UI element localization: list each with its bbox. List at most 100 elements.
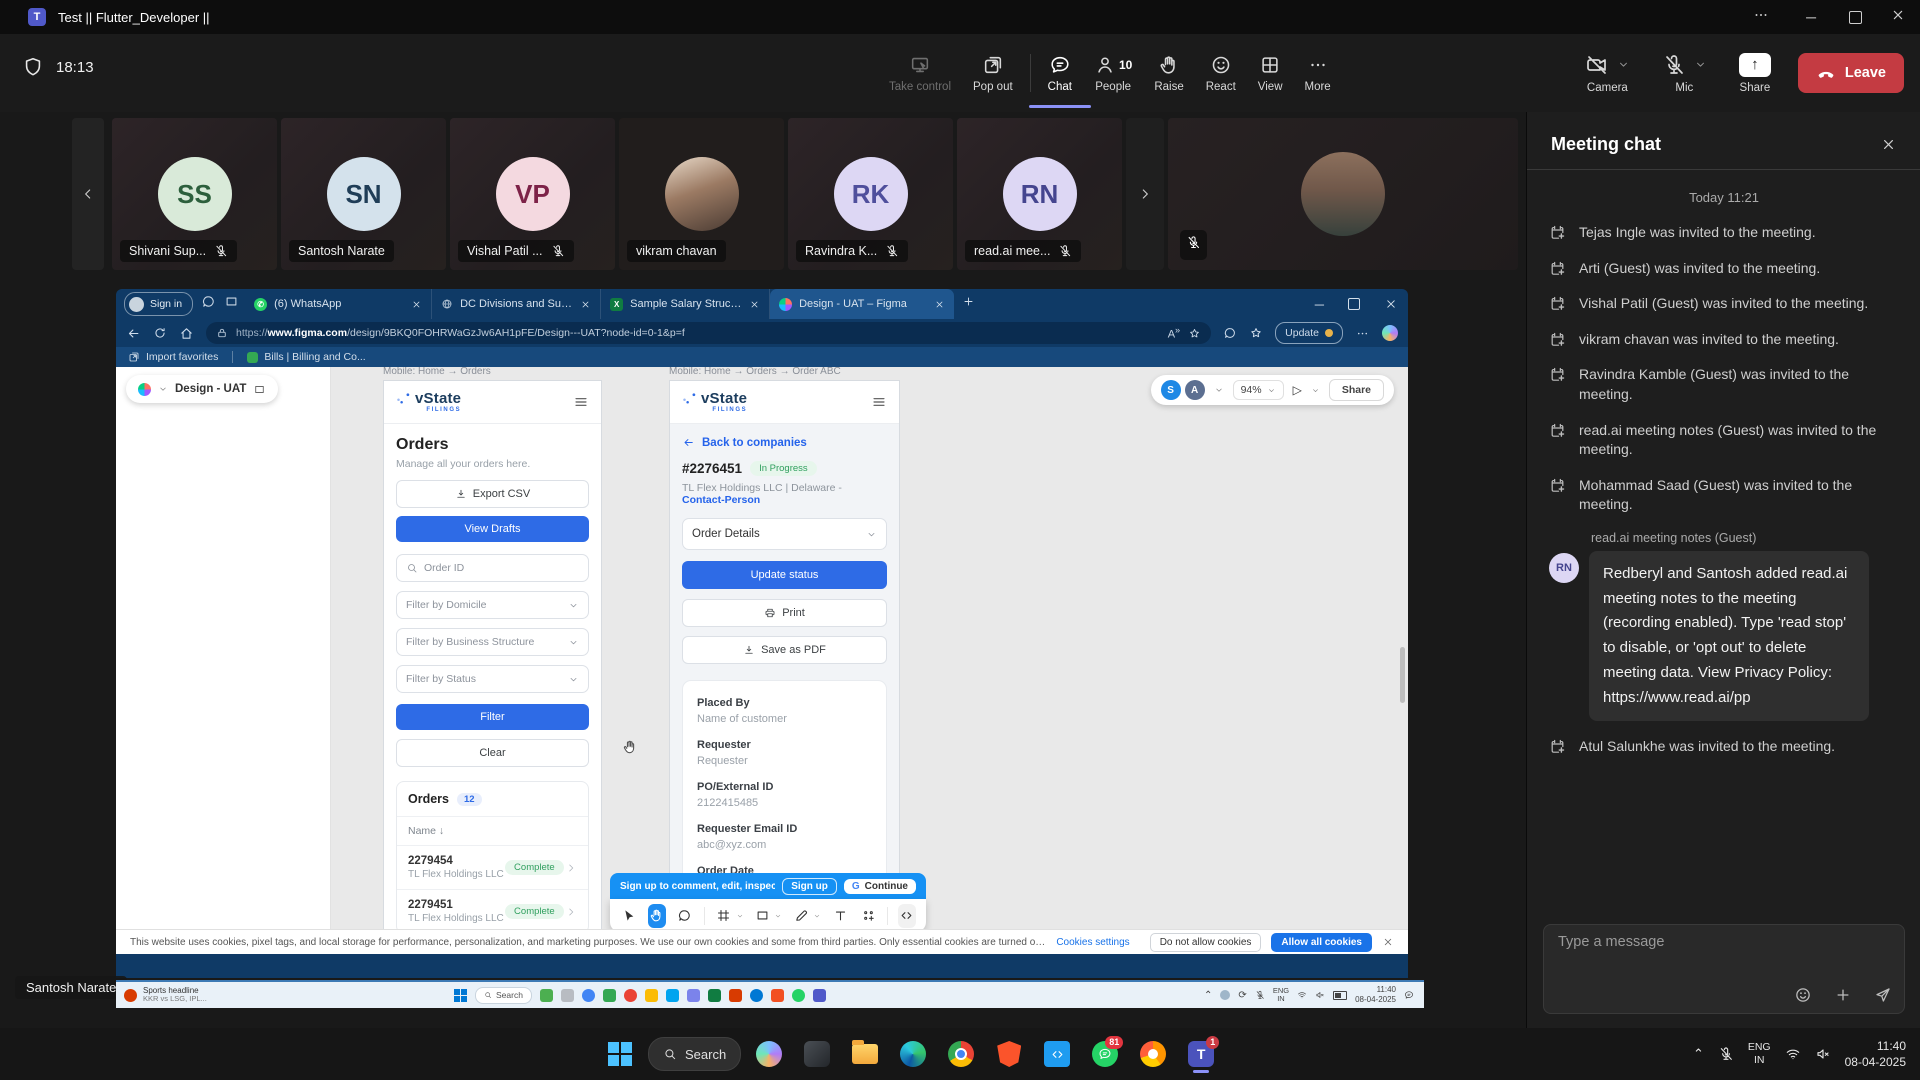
taskbar-search-box[interactable]: Search (648, 1037, 741, 1071)
participant-tile[interactable]: vikram chavan (619, 118, 784, 270)
allow-cookies-button[interactable]: Allow all cookies (1271, 933, 1372, 952)
teams-icon[interactable]: T 1 (1181, 1034, 1221, 1074)
shared-language-indicator[interactable]: ENGIN (1273, 987, 1289, 1004)
cookie-close-icon[interactable] (1382, 936, 1394, 948)
leave-button[interactable]: Leave (1798, 53, 1904, 93)
frame-label[interactable]: Mobile: Home → Orders → Order ABC (669, 367, 841, 377)
view-button[interactable]: View (1247, 38, 1294, 108)
tray-chevron-icon[interactable]: ⌃ (1693, 1046, 1704, 1062)
shared-clock[interactable]: 11:4008-04-2025 (1355, 985, 1396, 1004)
filter-business-structure-select[interactable]: Filter by Business Structure (396, 628, 589, 656)
shared-search-box[interactable]: Search (475, 987, 532, 1004)
filter-status-select[interactable]: Filter by Status (396, 665, 589, 693)
figma-sign-up-button[interactable]: Sign up (782, 878, 837, 895)
wifi-icon[interactable] (1785, 1046, 1801, 1062)
participant-tile[interactable]: SN Santosh Narate (281, 118, 446, 270)
copilot-icon[interactable] (1382, 325, 1398, 341)
camera-button[interactable]: Camera (1574, 38, 1641, 108)
url-field[interactable]: https://www.figma.com/design/9BKQ0FOHRWa… (206, 322, 1211, 344)
clear-button[interactable]: Clear (396, 739, 589, 767)
tab-close-icon[interactable] (934, 299, 945, 310)
filter-domicile-select[interactable]: Filter by Domicile (396, 591, 589, 619)
home-icon[interactable] (179, 326, 194, 341)
tray-mic-icon[interactable] (1718, 1046, 1734, 1062)
shared-taskbar-app-icon[interactable] (708, 989, 721, 1002)
tray-mic-icon[interactable] (1255, 990, 1265, 1000)
comment-tool-icon[interactable] (676, 904, 694, 928)
shared-taskbar-app-icon[interactable] (540, 989, 553, 1002)
app-icon[interactable] (797, 1034, 837, 1074)
google-continue-button[interactable]: G Continue (844, 879, 916, 894)
chat-message-input[interactable] (1556, 933, 1892, 951)
dev-mode-toggle-icon[interactable] (898, 904, 916, 928)
browser-tab-active[interactable]: Design - UAT – Figma (770, 289, 954, 319)
pen-tool-icon[interactable] (792, 904, 810, 928)
tiles-scroll-right-button[interactable] (1126, 118, 1164, 270)
back-icon[interactable] (126, 326, 141, 341)
vscode-icon[interactable] (1037, 1034, 1077, 1074)
chevron-down-icon[interactable] (158, 384, 168, 394)
participant-tile[interactable]: SS Shivani Sup... (112, 118, 277, 270)
wifi-icon[interactable] (1297, 990, 1307, 1000)
chat-button[interactable]: Chat (1037, 38, 1083, 108)
figma-frame-order-detail[interactable]: vState FILINGS Back to companies #227645… (669, 380, 900, 954)
hand-tool-icon[interactable] (648, 904, 666, 928)
tab-close-icon[interactable] (749, 299, 760, 310)
camera-chevron-icon[interactable] (1617, 58, 1630, 71)
shared-start-icon[interactable] (454, 989, 467, 1002)
cookie-settings-link[interactable]: Cookies settings (1056, 937, 1129, 948)
figma-file-pill[interactable]: Design - UAT (126, 375, 278, 403)
volume-icon[interactable] (1815, 1046, 1831, 1062)
figma-frame-orders[interactable]: vState FILINGS Orders Manage all your or… (383, 380, 602, 954)
share-button[interactable]: ↑ Share (1728, 38, 1782, 108)
contact-person-link[interactable]: Contact-Person (682, 494, 760, 506)
figma-share-button[interactable]: Share (1329, 379, 1384, 401)
shared-taskbar-app-icon[interactable] (603, 989, 616, 1002)
browser-tab[interactable]: X Sample Salary Structure with calc (601, 289, 770, 319)
collaborator-avatar[interactable]: A (1185, 380, 1205, 400)
shared-taskbar-app-icon[interactable] (792, 989, 805, 1002)
back-to-companies-link[interactable]: Back to companies (682, 436, 887, 449)
browser-tab[interactable]: ✆ (6) WhatsApp (245, 289, 432, 319)
notification-icon[interactable] (1404, 990, 1414, 1000)
copilot-icon[interactable] (749, 1034, 789, 1074)
volume-muted-icon[interactable] (1315, 990, 1325, 1000)
export-csv-button[interactable]: Export CSV (396, 480, 589, 508)
edge-icon[interactable] (893, 1034, 933, 1074)
mic-chevron-icon[interactable] (1694, 58, 1707, 71)
chrome-icon[interactable] (941, 1034, 981, 1074)
favorites-bar-icon[interactable] (1249, 326, 1263, 340)
hamburger-icon[interactable] (871, 394, 887, 410)
tab-close-icon[interactable] (411, 299, 422, 310)
layout-panel-icon[interactable] (253, 383, 266, 396)
filter-button[interactable]: Filter (396, 704, 589, 730)
language-indicator[interactable]: ENGIN (1748, 1041, 1771, 1066)
order-details-select[interactable]: Order Details (682, 518, 887, 550)
frame-tool-icon[interactable] (715, 904, 733, 928)
brave-icon[interactable] (989, 1034, 1029, 1074)
orders-col-header[interactable]: Name ↓ (397, 816, 588, 845)
collaborator-avatar[interactable]: S (1161, 380, 1181, 400)
participant-tile[interactable]: RN read.ai mee... (957, 118, 1122, 270)
emoji-icon[interactable] (1794, 986, 1812, 1004)
print-button[interactable]: Print (682, 599, 887, 627)
pop-out-button[interactable]: Pop out (962, 38, 1024, 108)
shared-taskbar-app-icon[interactable] (645, 989, 658, 1002)
favorite-star-icon[interactable] (1188, 327, 1201, 340)
send-icon[interactable] (1874, 986, 1892, 1004)
shared-taskbar-app-icon[interactable] (729, 989, 742, 1002)
raise-button[interactable]: Raise (1143, 38, 1194, 108)
tiles-scroll-left-button[interactable] (72, 118, 104, 270)
chat-message-bubble[interactable]: Redberyl and Santosh added read.ai meeti… (1589, 551, 1869, 722)
react-button[interactable]: React (1195, 38, 1247, 108)
view-drafts-button[interactable]: View Drafts (396, 516, 589, 542)
shared-tray-chevron-icon[interactable]: ⌃ (1204, 990, 1212, 1001)
start-button[interactable] (600, 1034, 640, 1074)
chat-input-box[interactable] (1543, 924, 1905, 1014)
participant-tile[interactable]: VP Vishal Patil ... (450, 118, 615, 270)
zoom-control[interactable]: 94% (1233, 380, 1284, 400)
browser-update-button[interactable]: Update (1275, 322, 1343, 344)
update-status-button[interactable]: Update status (682, 561, 887, 589)
browser-essentials-icon[interactable] (1223, 326, 1237, 340)
browser-tab[interactable]: DC Divisions and Surroundings (432, 289, 601, 319)
